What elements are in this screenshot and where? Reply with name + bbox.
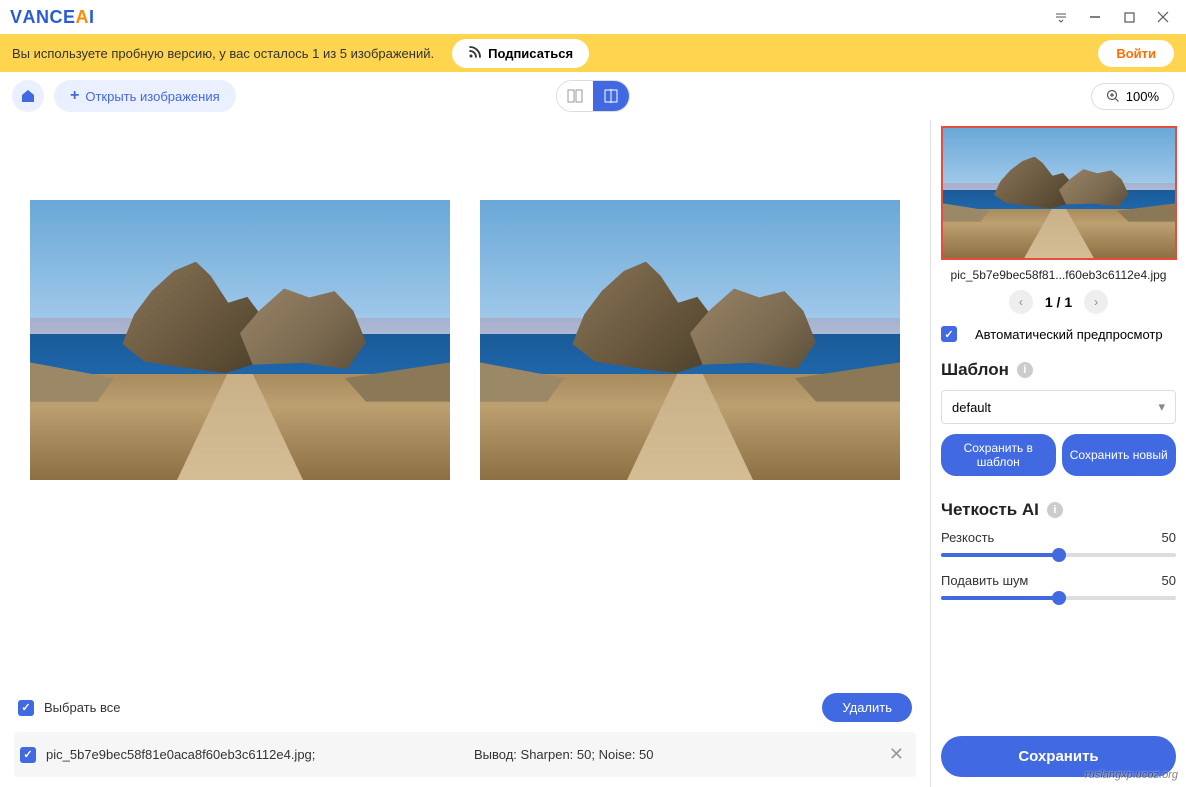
open-images-button[interactable]: + Открыть изображения (54, 80, 236, 112)
watermark: ruslangxp.ucoz.org (1085, 769, 1178, 781)
trial-text: Вы используете пробную версию, у вас ост… (12, 46, 434, 61)
toolbar: + Открыть изображения 100% (0, 72, 1186, 120)
sharpness-slider[interactable] (941, 553, 1176, 557)
noise-label: Подавить шум (941, 573, 1028, 588)
thumbnail-filename: pic_5b7e9bec58f81...f60eb3c6112e4.jpg (941, 268, 1176, 282)
remove-file-button[interactable]: ✕ (883, 744, 910, 765)
auto-preview-checkbox[interactable] (941, 326, 957, 342)
preview-area: Выбрать все Удалить pic_5b7e9bec58f81e0a… (0, 120, 930, 787)
view-single-button[interactable] (557, 81, 593, 111)
window-controls (1044, 3, 1180, 31)
plus-icon: + (70, 87, 79, 105)
select-all-row: Выбрать все Удалить (14, 685, 916, 732)
home-button[interactable] (12, 80, 44, 112)
original-image (30, 200, 450, 480)
processed-image (480, 200, 900, 480)
dropdown-icon[interactable] (1044, 3, 1078, 31)
file-name: pic_5b7e9bec58f81e0aca8f60eb3c6112e4.jpg… (46, 747, 315, 762)
trial-banner: Вы используете пробную версию, у вас ост… (0, 34, 1186, 72)
template-section-title: Шаблон i (941, 360, 1176, 380)
noise-slider-row: Подавить шум 50 (941, 573, 1176, 600)
app-logo: VANCEAI (10, 7, 95, 28)
prev-page-button[interactable]: ‹ (1009, 290, 1033, 314)
subscribe-label: Подписаться (488, 46, 573, 61)
view-toggle (556, 80, 630, 112)
sharpness-slider-row: Резкость 50 (941, 530, 1176, 557)
thumbnail[interactable] (941, 126, 1177, 260)
template-value: default (952, 400, 991, 415)
slider-thumb[interactable] (1052, 548, 1066, 562)
single-view-icon (567, 89, 583, 103)
main-area: Выбрать все Удалить pic_5b7e9bec58f81e0a… (0, 120, 1186, 787)
minimize-button[interactable] (1078, 3, 1112, 31)
template-buttons: Сохранить в шаблон Сохранить новый (941, 434, 1176, 476)
noise-value: 50 (1162, 573, 1176, 588)
comparison-row (14, 130, 916, 480)
view-split-button[interactable] (593, 81, 629, 111)
select-all-checkbox[interactable] (18, 700, 34, 716)
title-bar: VANCEAI (0, 0, 1186, 34)
home-icon (20, 88, 36, 104)
file-list: Выбрать все Удалить pic_5b7e9bec58f81e0a… (14, 685, 916, 777)
zoom-value: 100% (1126, 89, 1159, 104)
zoom-in-icon (1106, 89, 1120, 103)
info-icon[interactable]: i (1017, 362, 1033, 378)
noise-slider[interactable] (941, 596, 1176, 600)
subscribe-button[interactable]: Подписаться (452, 39, 589, 68)
delete-button[interactable]: Удалить (822, 693, 912, 722)
split-view-icon (603, 89, 619, 103)
pager: ‹ 1 / 1 › (941, 290, 1176, 314)
chevron-down-icon: ▾ (1158, 399, 1165, 415)
open-images-label: Открыть изображения (85, 89, 219, 104)
auto-preview-row: Автоматический предпросмотр (941, 326, 1176, 342)
save-to-template-button[interactable]: Сохранить в шаблон (941, 434, 1056, 476)
file-checkbox[interactable] (20, 747, 36, 763)
info-icon[interactable]: i (1047, 502, 1063, 518)
rss-icon (468, 45, 482, 62)
sharpness-label: Резкость (941, 530, 994, 545)
file-row: pic_5b7e9bec58f81e0aca8f60eb3c6112e4.jpg… (14, 732, 916, 777)
template-select[interactable]: default ▾ (941, 390, 1176, 424)
login-button[interactable]: Войти (1098, 40, 1174, 67)
right-panel: pic_5b7e9bec58f81...f60eb3c6112e4.jpg ‹ … (930, 120, 1186, 787)
sharpness-value: 50 (1162, 530, 1176, 545)
zoom-control[interactable]: 100% (1091, 83, 1174, 110)
next-page-button[interactable]: › (1084, 290, 1108, 314)
save-new-template-button[interactable]: Сохранить новый (1062, 434, 1177, 476)
sharpness-section-title: Четкость AI i (941, 500, 1176, 520)
file-output-info: Вывод: Sharpen: 50; Noise: 50 (474, 747, 654, 762)
slider-thumb[interactable] (1052, 591, 1066, 605)
page-indicator: 1 / 1 (1045, 294, 1072, 310)
auto-preview-label: Автоматический предпросмотр (975, 327, 1163, 342)
maximize-button[interactable] (1112, 3, 1146, 31)
select-all-label: Выбрать все (44, 700, 120, 715)
close-button[interactable] (1146, 3, 1180, 31)
